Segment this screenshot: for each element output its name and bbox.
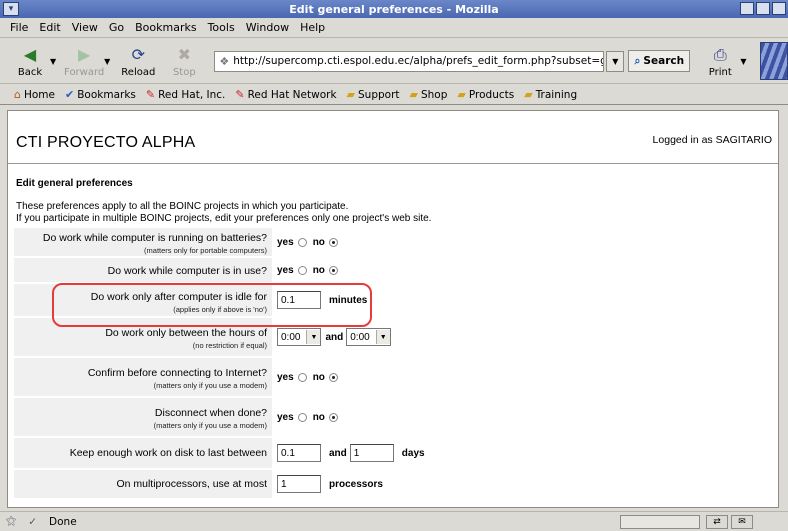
pref-row-hours: Do work only between the hours of (no re…	[14, 318, 774, 358]
status-text: Done	[49, 515, 77, 528]
reload-icon: ⟳	[131, 45, 146, 64]
back-button[interactable]: ◀ Back	[10, 45, 50, 78]
print-dropdown[interactable]: ▼	[740, 57, 746, 66]
window-controls	[740, 2, 786, 15]
work-buffer-max-input[interactable]: 1	[349, 444, 394, 462]
pref-row-work-buffer: Keep enough work on disk to last between…	[14, 438, 774, 470]
preferences-form: Do work while computer is running on bat…	[14, 228, 774, 500]
menu-tools[interactable]: Tools	[208, 21, 235, 34]
intro-text: These preferences apply to all the BOINC…	[16, 201, 432, 224]
bookmark-support[interactable]: ▰ Support	[347, 88, 400, 101]
bookmark-shop[interactable]: ▰ Shop	[410, 88, 448, 101]
window-titlebar: ▾ Edit general preferences - Mozilla	[0, 0, 788, 18]
bookmark-training[interactable]: ▰ Training	[524, 88, 577, 101]
pref-row-idle: Do work only after computer is idle for …	[14, 284, 774, 318]
idle-minutes-input[interactable]: 0.1	[277, 291, 321, 309]
redhat-icon: ✎	[235, 88, 245, 101]
menu-file[interactable]: File	[10, 21, 28, 34]
forward-arrow-icon: ▶	[78, 45, 91, 64]
bookmark-redhat[interactable]: ✎ Red Hat, Inc.	[146, 88, 226, 101]
pref-row-disconnect: Disconnect when done? (matters only if y…	[14, 398, 774, 438]
menu-bookmarks[interactable]: Bookmarks	[135, 21, 196, 34]
disconnect-no-radio[interactable]	[328, 412, 338, 422]
progress-bar	[620, 515, 700, 529]
stop-button[interactable]: ✖ Stop	[164, 45, 204, 78]
menu-window[interactable]: Window	[246, 21, 289, 34]
work-buffer-min-input[interactable]: 0.1	[277, 444, 321, 462]
menu-edit[interactable]: Edit	[39, 21, 60, 34]
confirm-no-radio[interactable]	[328, 372, 338, 382]
processors-input[interactable]: 1	[277, 475, 321, 493]
mozilla-throbber-icon[interactable]	[760, 42, 788, 80]
bookmark-bookmarks[interactable]: ✔ Bookmarks	[65, 88, 136, 101]
reload-button[interactable]: ⟳ Reload	[118, 45, 158, 78]
batteries-no-radio[interactable]	[328, 237, 338, 247]
print-button[interactable]: ⎙ Print	[700, 45, 740, 78]
page-content: CTI PROYECTO ALPHA Logged in as SAGITARI…	[7, 110, 779, 508]
menu-bar: File Edit View Go Bookmarks Tools Window…	[0, 18, 788, 38]
confirm-yes-radio[interactable]	[297, 372, 307, 382]
redhat-icon: ✎	[145, 88, 156, 101]
divider	[8, 163, 778, 164]
status-icons: ⇄ ✉	[706, 515, 753, 529]
folder-icon: ▰	[524, 88, 533, 101]
logged-in-text: Logged in as SAGITARIO	[652, 134, 772, 146]
url-text: http://supercomp.cti.espol.edu.ec/alpha/…	[233, 55, 605, 67]
menu-help[interactable]: Help	[300, 21, 325, 34]
bookmark-home[interactable]: ⌂ Home	[14, 88, 55, 101]
folder-icon: ▰	[457, 88, 466, 101]
end-hour-select[interactable]: 0:00 ▼	[346, 328, 391, 346]
pref-row-confirm: Confirm before connecting to Internet? (…	[14, 358, 774, 398]
print-icon: ⎙	[713, 44, 727, 64]
page-icon: ❖	[219, 54, 230, 68]
forward-button[interactable]: ▶ Forward	[64, 45, 104, 78]
folder-icon: ▰	[346, 88, 355, 101]
chevron-down-icon: ▼	[375, 330, 390, 344]
window-title: Edit general preferences - Mozilla	[289, 2, 499, 16]
stop-icon: ✖	[177, 45, 192, 64]
url-history-dropdown[interactable]: ▼	[606, 50, 625, 72]
component-bar-icon[interactable]: ⚝	[6, 515, 16, 528]
search-icon: ⌕	[634, 54, 641, 67]
navigation-toolbar: ◀ Back ▼ ▶ Forward ▼ ⟳ Reload ✖ Stop ❖ h…	[0, 39, 788, 84]
security-icon[interactable]: ✓	[28, 516, 37, 528]
forward-history-dropdown[interactable]: ▼	[104, 57, 110, 66]
in-use-no-radio[interactable]	[328, 265, 338, 275]
in-use-yes-radio[interactable]	[297, 265, 307, 275]
section-title: Edit general preferences	[16, 178, 133, 189]
start-hour-select[interactable]: 0:00 ▼	[277, 328, 322, 346]
search-button[interactable]: ⌕ Search	[628, 50, 691, 72]
pref-row-batteries: Do work while computer is running on bat…	[14, 228, 774, 258]
disconnect-yes-radio[interactable]	[297, 412, 307, 422]
window-menu-icon[interactable]: ▾	[3, 2, 19, 16]
menu-go[interactable]: Go	[109, 21, 124, 34]
back-history-dropdown[interactable]: ▼	[50, 57, 56, 66]
bookmark-redhat-network[interactable]: ✎ Red Hat Network	[235, 88, 336, 101]
url-input[interactable]: ❖ http://supercomp.cti.espol.edu.ec/alph…	[214, 50, 605, 72]
chevron-down-icon: ▼	[306, 330, 321, 344]
maximize-button[interactable]	[756, 2, 770, 15]
folder-icon: ▰	[409, 88, 418, 101]
home-icon: ⌂	[14, 88, 21, 101]
bookmarks-toolbar: ⌂ Home ✔ Bookmarks ✎ Red Hat, Inc. ✎ Red…	[0, 85, 788, 105]
pref-row-processors: On multiprocessors, use at most 1 proces…	[14, 470, 774, 500]
menu-view[interactable]: View	[72, 21, 98, 34]
pref-row-in-use: Do work while computer is in use? yes no	[14, 258, 774, 284]
site-title: CTI PROYECTO ALPHA	[16, 134, 196, 151]
online-status-icon[interactable]: ⇄	[706, 515, 728, 529]
minimize-button[interactable]	[740, 2, 754, 15]
bookmarks-icon: ✔	[65, 88, 75, 101]
bookmark-products[interactable]: ▰ Products	[457, 88, 514, 101]
popup-blocker-icon[interactable]: ✉	[731, 515, 753, 529]
batteries-yes-radio[interactable]	[297, 237, 307, 247]
status-bar: ⚝ ✓ Done ⇄ ✉	[0, 511, 788, 531]
back-arrow-icon: ◀	[23, 45, 37, 64]
close-button[interactable]	[772, 2, 786, 15]
